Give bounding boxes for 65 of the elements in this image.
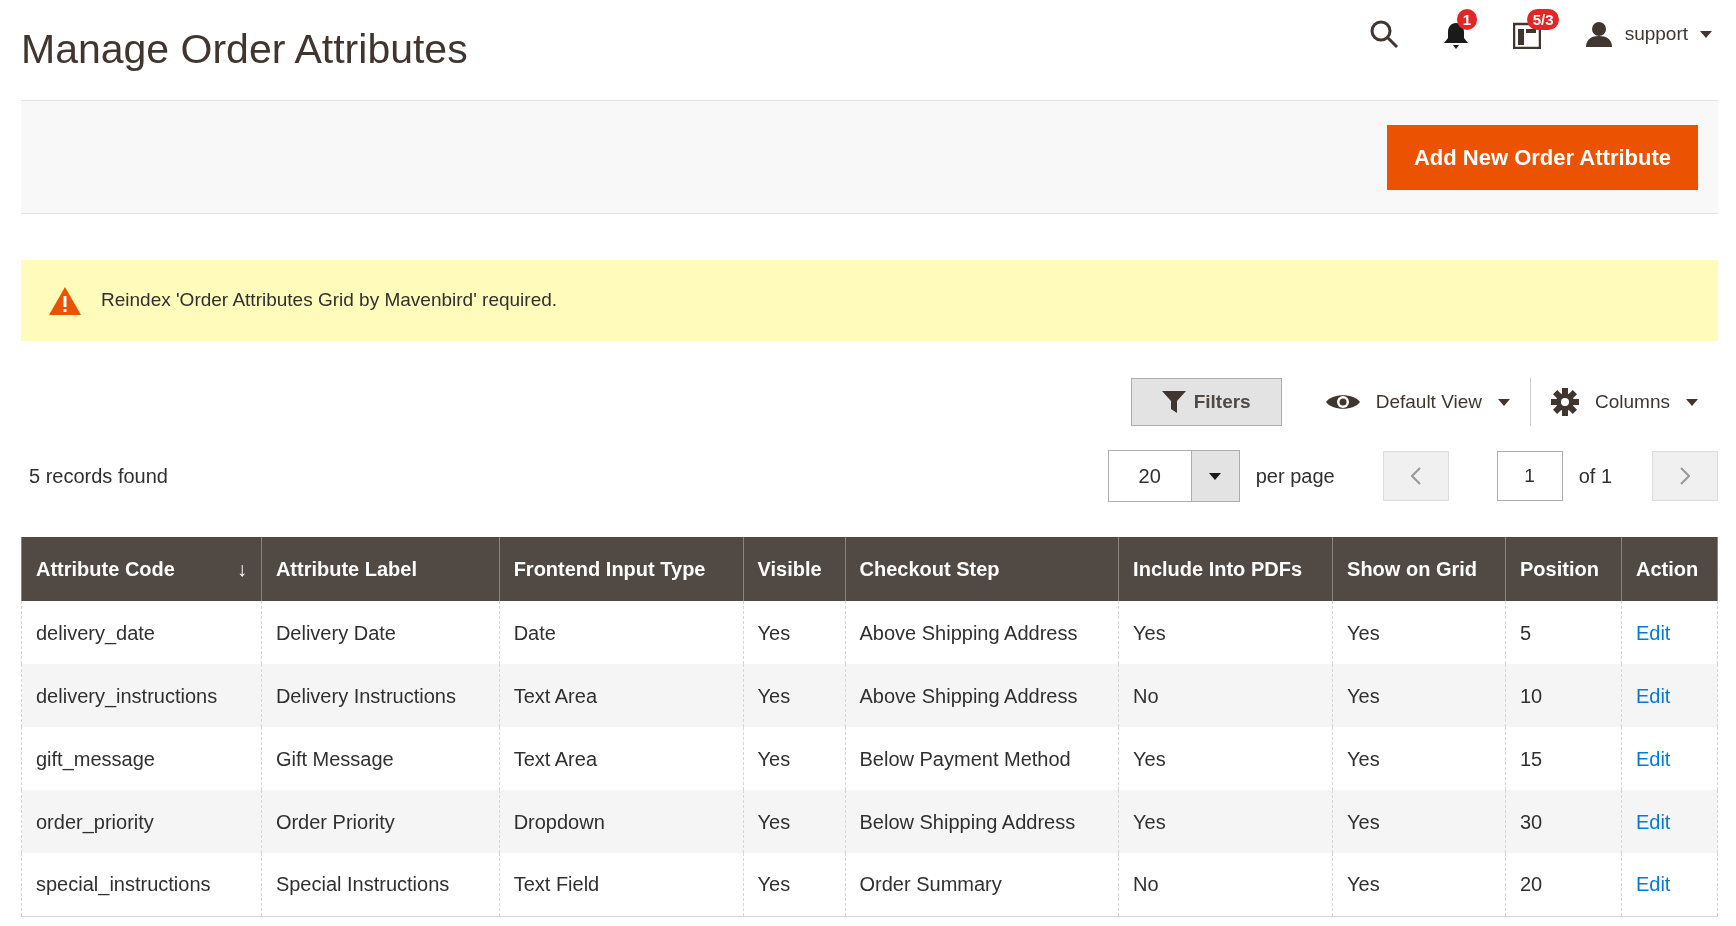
sort-arrow-icon: ↓ bbox=[236, 554, 247, 584]
gear-icon bbox=[1551, 388, 1579, 416]
table-cell: Yes bbox=[1332, 790, 1506, 853]
table-cell: Above Shipping Address bbox=[845, 664, 1119, 727]
table-cell: Yes bbox=[743, 853, 845, 916]
chevron-right-icon bbox=[1680, 467, 1690, 485]
column-header[interactable]: Show on Grid bbox=[1332, 537, 1506, 601]
per-page-select[interactable]: 20 bbox=[1107, 450, 1240, 502]
table-cell: No bbox=[1118, 853, 1333, 916]
filters-button[interactable]: Filters bbox=[1130, 377, 1282, 427]
table-cell: Below Shipping Address bbox=[845, 790, 1119, 853]
table-cell: Dropdown bbox=[499, 790, 744, 853]
caret-icon bbox=[1498, 398, 1510, 406]
table-cell: 10 bbox=[1505, 664, 1622, 727]
column-header[interactable]: Attribute Label bbox=[261, 537, 500, 601]
column-header[interactable]: Visible bbox=[743, 537, 845, 601]
page-total: of 1 bbox=[1578, 464, 1612, 489]
table-cell: Yes bbox=[743, 790, 845, 853]
column-header[interactable]: Position bbox=[1505, 537, 1622, 601]
table-cell: Text Area bbox=[499, 664, 744, 727]
column-header[interactable]: Attribute Code bbox=[36, 554, 175, 584]
caret-icon bbox=[1209, 472, 1222, 480]
edit-link[interactable]: Edit bbox=[1635, 810, 1671, 833]
table-cell: Delivery Instructions bbox=[261, 664, 500, 727]
table-cell: Yes bbox=[1118, 790, 1333, 853]
table-cell: No bbox=[1118, 664, 1333, 727]
filter-icon bbox=[1161, 391, 1186, 413]
column-header[interactable]: Action bbox=[1621, 537, 1718, 601]
message-text: Reindex 'Order Attributes Grid by Mavenbird' required. bbox=[101, 288, 558, 313]
table-cell: Order Priority bbox=[261, 790, 500, 853]
user-menu[interactable]: support bbox=[1584, 19, 1712, 49]
page-number-field[interactable]: 1 bbox=[1496, 451, 1563, 501]
edit-link[interactable]: Edit bbox=[1635, 873, 1671, 896]
search-icon[interactable] bbox=[1368, 19, 1399, 49]
table-cell: 20 bbox=[1505, 853, 1622, 916]
warning-icon bbox=[49, 285, 81, 316]
table-cell: Text Field bbox=[499, 853, 744, 916]
table-cell: Order Summary bbox=[845, 853, 1119, 916]
caret-icon bbox=[1686, 398, 1698, 406]
page-title: Manage Order Attributes bbox=[21, 25, 468, 75]
message-count-badge: 5/3 bbox=[1526, 8, 1560, 31]
add-order-attribute-button[interactable]: Add New Order Attribute bbox=[1386, 124, 1698, 190]
edit-link[interactable]: Edit bbox=[1635, 684, 1671, 707]
column-header[interactable]: Frontend Input Type bbox=[499, 537, 744, 601]
columns-dropdown[interactable]: Columns bbox=[1531, 387, 1718, 417]
table-cell: Yes bbox=[743, 664, 845, 727]
per-page-label: per page bbox=[1255, 464, 1335, 489]
table-cell: Yes bbox=[1332, 664, 1506, 727]
user-icon bbox=[1584, 21, 1613, 47]
eye-icon bbox=[1325, 392, 1360, 412]
table-cell: delivery_instructions bbox=[21, 664, 262, 727]
notification-count-badge: 1 bbox=[1456, 8, 1477, 31]
table-cell: 30 bbox=[1505, 790, 1622, 853]
edit-link[interactable]: Edit bbox=[1635, 621, 1671, 644]
table-cell: special_instructions bbox=[21, 853, 262, 916]
chevron-left-icon bbox=[1410, 467, 1421, 485]
table-cell: Yes bbox=[1332, 853, 1506, 916]
edit-link[interactable]: Edit bbox=[1635, 747, 1671, 770]
records-count: 5 records found bbox=[29, 464, 169, 489]
table-cell: order_priority bbox=[21, 790, 262, 853]
view-dropdown[interactable]: Default View bbox=[1305, 387, 1530, 417]
column-header[interactable]: Include Into PDFs bbox=[1118, 537, 1333, 601]
table-cell: Special Instructions bbox=[261, 853, 500, 916]
column-header[interactable]: Checkout Step bbox=[845, 537, 1119, 601]
caret-icon bbox=[1700, 30, 1712, 38]
